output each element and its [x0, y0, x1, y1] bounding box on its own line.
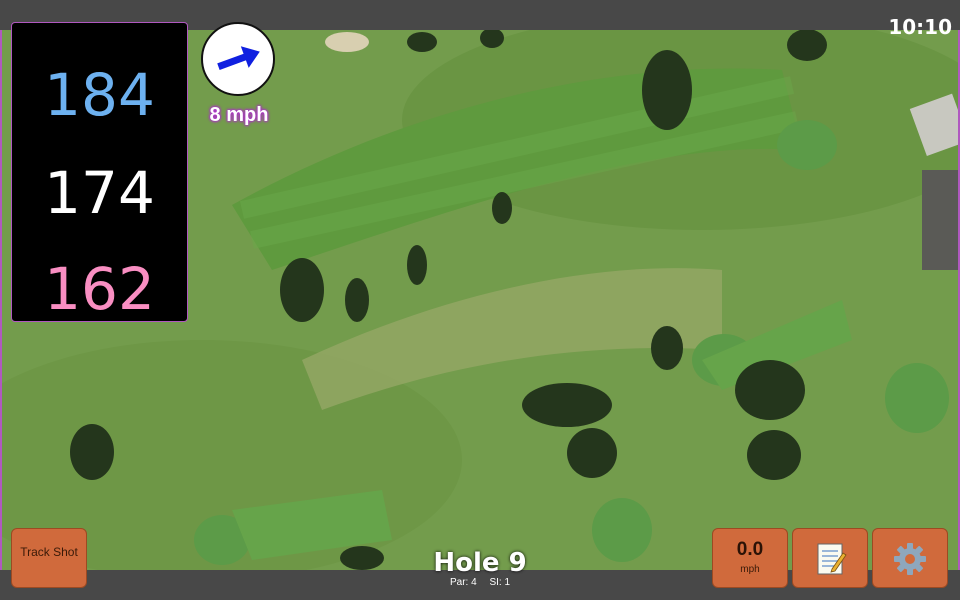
back-distance: 184 [44, 61, 155, 129]
wind-direction-indicator [201, 22, 275, 96]
hole-title: Hole 9 [433, 548, 527, 578]
middle-distance: 174 [44, 159, 155, 227]
distance-panel: 184 174 162 [11, 22, 188, 322]
speed-value: 0.0 [736, 539, 764, 560]
settings-button[interactable] [872, 528, 948, 588]
hole-info: Par: 4 SI: 1 [400, 577, 560, 588]
notepad-icon [817, 543, 847, 575]
wind-speed: 8 mph [209, 104, 269, 126]
track-shot-button[interactable]: Track Shot [11, 528, 87, 588]
stroke-index-label: SI: 1 [489, 577, 511, 588]
clock: 10:10 [888, 15, 952, 39]
speed-unit: mph [740, 564, 760, 575]
scorecard-notes-button[interactable] [792, 528, 868, 588]
gear-icon [894, 543, 926, 575]
par-label: Par: 4 [449, 577, 477, 588]
front-distance: 162 [44, 255, 155, 323]
speed-button[interactable]: 0.0 mph [712, 528, 788, 588]
wind-arrow-icon [217, 46, 260, 70]
